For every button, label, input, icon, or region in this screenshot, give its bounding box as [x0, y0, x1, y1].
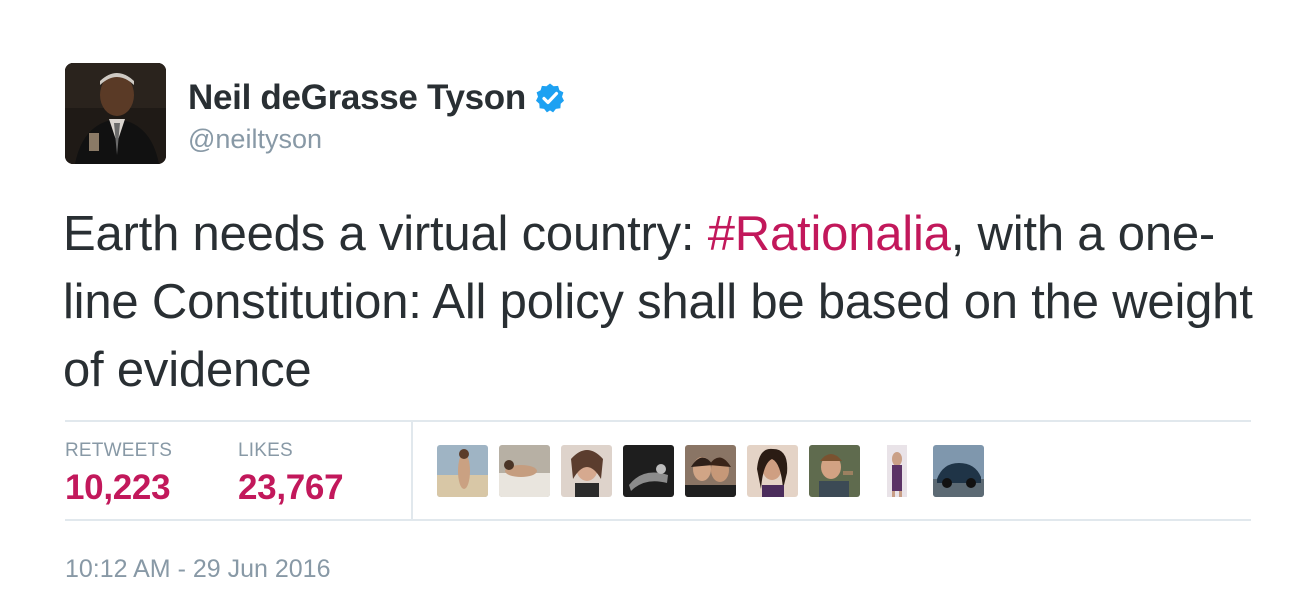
- author-name-row: Neil deGrasse Tyson: [188, 78, 566, 118]
- likes-label: LIKES: [238, 440, 293, 461]
- liker-avatars: [437, 445, 995, 497]
- liker-avatar[interactable]: [685, 445, 736, 497]
- verified-badge-icon: [534, 82, 566, 114]
- likes-stat[interactable]: LIKES 23,767: [238, 440, 344, 508]
- stats-vertical-divider: [411, 422, 413, 519]
- tweet-text-start: Earth needs a virtual country:: [63, 207, 708, 261]
- liker-avatar[interactable]: [871, 445, 922, 497]
- stats-top-divider: [65, 420, 1251, 422]
- stats-bottom-divider: [65, 519, 1251, 521]
- liker-avatar[interactable]: [623, 445, 674, 497]
- liker-avatar[interactable]: [747, 445, 798, 497]
- retweets-label: RETWEETS: [65, 440, 173, 461]
- tweet-timestamp[interactable]: 10:12 AM - 29 Jun 2016: [65, 555, 330, 584]
- likes-count: 23,767: [238, 468, 344, 507]
- retweets-stat[interactable]: RETWEETS 10,223: [65, 440, 172, 508]
- hashtag-link[interactable]: #Rationalia: [708, 207, 951, 261]
- liker-avatar[interactable]: [809, 445, 860, 497]
- tweet-text: Earth needs a virtual country: #Rational…: [63, 200, 1263, 404]
- author-display-name[interactable]: Neil deGrasse Tyson: [188, 78, 526, 118]
- liker-avatar[interactable]: [499, 445, 550, 497]
- liker-avatar[interactable]: [933, 445, 984, 497]
- author-handle[interactable]: @neiltyson: [188, 124, 322, 155]
- liker-avatar[interactable]: [437, 445, 488, 497]
- avatar-photo: [65, 63, 166, 164]
- author-avatar[interactable]: [65, 63, 166, 164]
- retweets-count: 10,223: [65, 468, 171, 507]
- liker-avatar[interactable]: [561, 445, 612, 497]
